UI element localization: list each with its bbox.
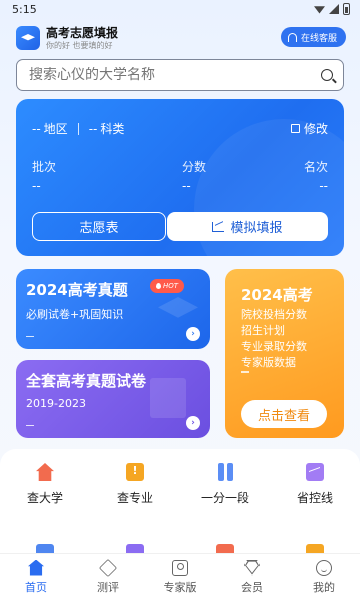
headset-icon bbox=[287, 32, 297, 42]
online-service-label: 在线客服 bbox=[300, 33, 337, 44]
search-bar[interactable] bbox=[16, 59, 344, 91]
data-line: 院校投档分数 bbox=[241, 308, 307, 321]
tab-home[interactable]: 首页 bbox=[0, 554, 72, 600]
divider bbox=[26, 424, 34, 426]
full-exam-set-card[interactable]: 全套高考真题试卷 2019-2023 › bbox=[16, 360, 210, 438]
tab-assessment[interactable]: 测评 bbox=[72, 554, 144, 600]
search-icon[interactable] bbox=[321, 69, 333, 81]
exam-2024-subtitle: 必刷试卷+巩固知识 bbox=[26, 308, 124, 321]
chart-icon bbox=[212, 221, 225, 232]
chevron-right-icon[interactable]: › bbox=[186, 327, 200, 341]
simulate-fill-button[interactable]: 模拟填报 bbox=[167, 212, 328, 241]
divider bbox=[77, 122, 79, 135]
score-card: -- 地区 -- 科类 修改 批次 -- 分数 -- 名次 -- 志愿表 模拟填… bbox=[16, 99, 344, 256]
app-subtitle: 你的好 也要填的好 bbox=[46, 40, 113, 50]
graduation-cap-decoration bbox=[158, 297, 198, 318]
divider bbox=[241, 371, 249, 373]
wish-list-button[interactable]: 志愿表 bbox=[32, 212, 166, 241]
cube-icon bbox=[98, 558, 118, 577]
diamond-icon bbox=[244, 559, 260, 576]
stat-batch: 批次 -- bbox=[32, 160, 57, 193]
home-icon bbox=[28, 559, 44, 576]
edit-icon bbox=[290, 124, 300, 133]
flame-icon bbox=[156, 283, 161, 289]
divider bbox=[26, 335, 34, 337]
app-logo bbox=[16, 26, 40, 50]
graduation-cap-icon bbox=[21, 34, 35, 41]
status-bar: 5:15 bbox=[0, 0, 360, 18]
signal-icon bbox=[329, 4, 339, 14]
expert-icon bbox=[172, 559, 188, 576]
tab-profile[interactable]: 我的 bbox=[288, 554, 360, 600]
data-2024-card[interactable]: 2024高考 院校投档分数 招生计划 专业录取分数 专家版数据 点击查看 bbox=[225, 269, 344, 438]
service-score-distribution[interactable]: 一分一段 bbox=[180, 463, 270, 506]
full-exam-set-title: 全套高考真题试卷 bbox=[26, 372, 147, 390]
battery-icon bbox=[343, 3, 350, 15]
profile-icon bbox=[316, 559, 332, 576]
house-icon bbox=[36, 463, 54, 481]
online-service-button[interactable]: 在线客服 bbox=[280, 27, 346, 47]
service-find-university[interactable]: 查大学 bbox=[0, 463, 90, 506]
tab-membership[interactable]: 会员 bbox=[216, 554, 288, 600]
app-title: 高考志愿填报 bbox=[46, 25, 119, 40]
chart-icon bbox=[306, 463, 324, 481]
region-value: -- bbox=[32, 121, 41, 136]
data-line: 招生计划 bbox=[241, 324, 285, 337]
view-details-button[interactable]: 点击查看 bbox=[241, 400, 327, 428]
edit-button[interactable]: 修改 bbox=[290, 120, 328, 137]
stat-score: 分数 -- bbox=[182, 160, 207, 193]
service-find-major[interactable]: 查专业 bbox=[90, 463, 180, 506]
chevron-right-icon[interactable]: › bbox=[186, 416, 200, 430]
book-decoration bbox=[150, 378, 186, 418]
data-line: 专家版数据 bbox=[241, 356, 296, 369]
region-label[interactable]: 地区 bbox=[44, 120, 68, 137]
app-header: 高考志愿填报 你的好 也要填的好 在线客服 bbox=[0, 18, 360, 58]
status-time: 5:15 bbox=[12, 2, 37, 16]
bars-icon bbox=[216, 463, 234, 481]
search-input[interactable] bbox=[29, 67, 321, 83]
bottom-tab-bar: 首页 测评 专家版 会员 我的 bbox=[0, 553, 360, 600]
service-control-line[interactable]: 省控线 bbox=[270, 463, 360, 506]
data-2024-title: 2024高考 bbox=[241, 286, 313, 304]
book-icon bbox=[126, 463, 144, 481]
subject-label[interactable]: 科类 bbox=[100, 120, 124, 137]
tab-expert[interactable]: 专家版 bbox=[144, 554, 216, 600]
exam-2024-title: 2024高考真题 bbox=[26, 281, 128, 299]
hot-badge: HOT bbox=[150, 279, 185, 293]
wifi-icon bbox=[314, 6, 325, 14]
data-line: 专业录取分数 bbox=[241, 340, 307, 353]
subject-value: -- bbox=[88, 121, 98, 136]
stat-rank: 名次 -- bbox=[303, 160, 328, 193]
full-exam-set-subtitle: 2019-2023 bbox=[26, 397, 86, 410]
exam-2024-card[interactable]: 2024高考真题 HOT 必刷试卷+巩固知识 › bbox=[16, 269, 210, 349]
score-stats: 批次 -- 分数 -- 名次 -- bbox=[32, 158, 328, 193]
